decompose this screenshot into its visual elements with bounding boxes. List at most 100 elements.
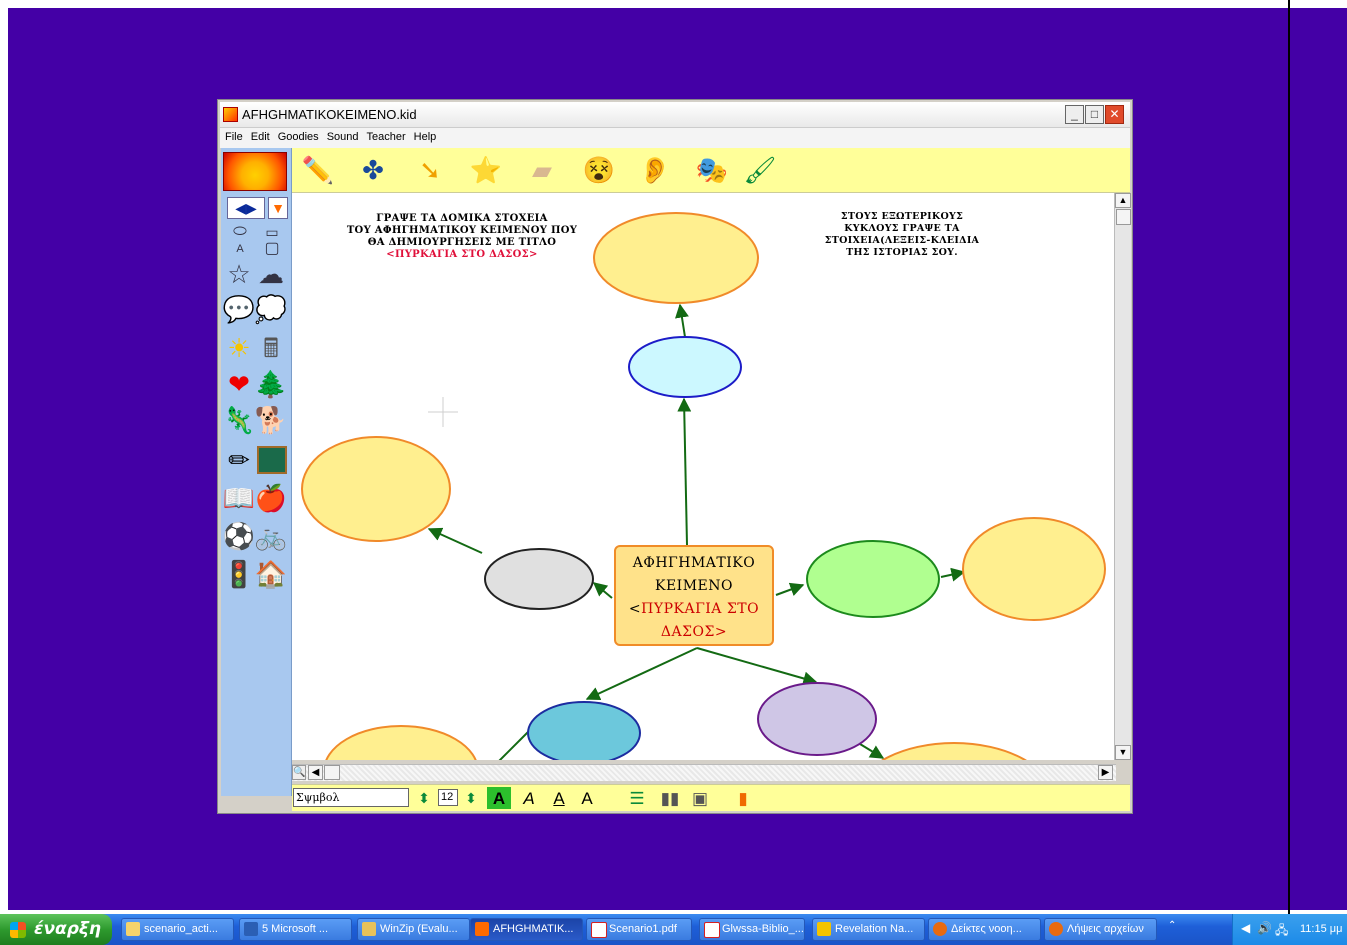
underline-style-button[interactable]: A (549, 787, 569, 809)
chalkboard-icon[interactable] (257, 446, 287, 474)
volume-icon[interactable]: 🔊 (1257, 921, 1272, 935)
size-stepper-icon[interactable]: ⬍ (461, 787, 481, 809)
dropdown-arrow-icon[interactable]: ▼ (268, 197, 288, 219)
minimize-button[interactable]: _ (1065, 105, 1084, 124)
font-stepper-icon[interactable]: ⬍ (414, 787, 434, 809)
heart-icon[interactable]: ❤ (223, 368, 255, 400)
task-label: 5 Microsoft ... (262, 923, 329, 935)
arrow-center-to-lower-left (585, 647, 698, 701)
picture-frame-icon[interactable]: ▣ (688, 787, 712, 809)
screen-divider-line (1288, 0, 1290, 945)
lizard-icon[interactable]: 🦎 (223, 404, 255, 436)
instruction-note-right: ΣΤΟΥΣ ΕΞΩΤΕΡΙΚΟΥΣ ΚΥΚΛΟΥΣ ΓΡΑΨΕ ΤΑ ΣΤΟΙΧ… (792, 211, 1012, 259)
tray-arrow-icon[interactable]: ◀ (1241, 921, 1250, 935)
horizontal-scroll-thumb[interactable] (324, 765, 340, 780)
menu-edit[interactable]: Edit (246, 128, 273, 143)
menu-bar: File Edit Goodies Sound Teacher Help (220, 128, 1130, 148)
house-icon[interactable]: 🏠 (255, 558, 287, 590)
font-name-field[interactable]: Σψμβολ (293, 788, 409, 807)
vertical-scrollbar[interactable]: ▲ ▼ (1114, 193, 1131, 760)
speech-bubble-icon[interactable]: 💬 (223, 293, 255, 325)
drawing-canvas[interactable]: ΓΡΑΨΕ ΤΑ ΔΟΜΙΚΑ ΣΤΟΧΕΙΑ ΤΟΥ ΑΦΗΓΗΜΑΤΙΚΟΥ… (292, 193, 1114, 760)
calculator-icon[interactable]: 🖩 (255, 332, 287, 364)
ellipse-shape-icon[interactable]: ⬭ (225, 224, 255, 240)
center-line-1: ΑΦΗΓΗΜΑΤΙΚΟ (632, 555, 756, 571)
note-left-line-2: ΤΟΥ ΑΦΗΓΗΜΑΤΙΚΟΥ ΚΕΙΜΕΝΟΥ ΠΟΥ (346, 225, 578, 236)
task-button-firefox-1[interactable]: Δείκτες νοοη... (928, 918, 1041, 941)
note-right-line-1: ΣΤΟΥΣ ΕΞΩΤΕΡΙΚΟΥΣ (840, 211, 964, 222)
font-size-field[interactable]: 12 (438, 789, 458, 806)
window-title: AFHGHMATIKOKEIMENO.kid (242, 107, 417, 122)
rounded-rectangle-icon[interactable]: ▢ (257, 241, 287, 257)
star-shape-icon[interactable]: ☆ (223, 258, 255, 290)
title-bar[interactable]: AFHGHMATIKOKEIMENO.kid _ □ ✕ (220, 102, 1130, 128)
align-lines-icon[interactable]: ☰ (625, 787, 649, 809)
book-icon[interactable]: 📖 (223, 482, 255, 514)
inner-bubble-left (484, 548, 594, 610)
apple-icon[interactable]: 🍎 (255, 482, 287, 514)
task-button-kidpix[interactable]: AFHGHMATIK... (470, 918, 583, 941)
taskbar-overflow-icon[interactable]: ⌃ (1168, 920, 1176, 931)
task-button-word[interactable]: 5 Microsoft ... (239, 918, 352, 941)
menu-help[interactable]: Help (409, 128, 440, 143)
task-button-scenario-folder[interactable]: scenario_acti... (121, 918, 234, 941)
scroll-right-arrow-icon[interactable]: ▶ (1098, 765, 1113, 780)
pencil-icon[interactable]: ✏ (223, 444, 255, 476)
soccer-ball-icon[interactable]: ⚽ (223, 520, 255, 552)
sun-icon[interactable]: ☀ (223, 332, 255, 364)
traffic-light-icon[interactable]: 🚦 (223, 558, 255, 590)
prev-next-arrows-icon[interactable]: ◀▶ (227, 197, 265, 219)
menu-goodies[interactable]: Goodies (273, 128, 322, 143)
zoom-magnifier-icon[interactable]: 🔍 (292, 765, 306, 780)
outer-bubble-lower-left (325, 725, 477, 760)
masks-icon[interactable]: 🎭 (694, 153, 730, 187)
close-button[interactable]: ✕ (1105, 105, 1124, 124)
columns-icon[interactable]: ▮▮ (658, 787, 682, 809)
text-effect-button[interactable]: A (577, 787, 597, 809)
task-button-firefox-2[interactable]: Λήψεις αρχείων (1044, 918, 1157, 941)
bicycle-icon[interactable]: 🚲 (255, 520, 287, 552)
note-left-title: <ΠΥΡΚΑΓΙΑ ΣΤΟ ΔΑΣΟΣ> (386, 249, 538, 260)
pencil-tool-icon[interactable]: ✏️ (300, 153, 336, 187)
task-label: Scenario1.pdf (609, 923, 677, 935)
color-swatch-icon[interactable]: ▮ (733, 787, 753, 809)
center-line-2: ΚΕΙΜΕΝΟ (655, 578, 733, 594)
central-topic-box[interactable]: ΑΦΗΓΗΜΑΤΙΚΟ ΚΕΙΜΕΝΟ <ΠΥΡΚΑΓΙΑ ΣΤΟ ΔΑΣΟΣ> (614, 545, 774, 646)
task-label: AFHGHMATIK... (493, 923, 574, 935)
maximize-button[interactable]: □ (1085, 105, 1104, 124)
arrow-top-node-to-outer (675, 303, 689, 338)
eraser-tool-icon[interactable]: ▰ (524, 153, 560, 187)
start-button[interactable]: έναρξη (0, 914, 112, 945)
pdf-icon (591, 922, 607, 938)
text-box-icon[interactable]: A (225, 241, 255, 257)
bold-style-button[interactable]: A (487, 787, 511, 809)
cloud-shape-icon[interactable]: ☁ (255, 258, 287, 290)
task-button-scenario-pdf[interactable]: Scenario1.pdf (586, 918, 692, 941)
magic-brush-icon[interactable]: 🖌 (742, 153, 778, 187)
task-button-winzip[interactable]: WinZip (Evalu... (357, 918, 470, 941)
arrow-center-to-right-node (775, 582, 805, 596)
task-label: Revelation Na... (835, 923, 914, 935)
horizontal-scrollbar[interactable]: 🔍 ◀ ▶ (292, 764, 1116, 781)
thought-bubble-icon[interactable]: 💭 (255, 293, 287, 325)
tree-icon[interactable]: 🌲 (255, 368, 287, 400)
scroll-left-arrow-icon[interactable]: ◀ (308, 765, 323, 780)
dog-icon[interactable]: 🐕 (255, 404, 287, 436)
stamps-box-icon[interactable]: ⭐ (468, 153, 504, 187)
menu-sound[interactable]: Sound (322, 128, 362, 143)
ear-sound-icon[interactable]: 👂 (637, 153, 673, 187)
scroll-down-arrow-icon[interactable]: ▼ (1115, 745, 1131, 760)
italic-style-button[interactable]: A (519, 787, 539, 809)
task-button-revelation[interactable]: Revelation Na... (812, 918, 925, 941)
scroll-thumb[interactable] (1116, 209, 1131, 225)
outer-bubble-right (962, 517, 1106, 621)
menu-file[interactable]: File (220, 128, 246, 143)
menu-teacher[interactable]: Teacher (362, 128, 409, 143)
rectangle-shape-icon[interactable]: ▭ (257, 224, 287, 240)
task-button-glwssa-pdf[interactable]: Glwssa-Biblio_... (699, 918, 805, 941)
scroll-up-arrow-icon[interactable]: ▲ (1115, 193, 1131, 208)
wacky-face-icon[interactable]: 😵 (581, 153, 617, 187)
network-icon[interactable]: 🖧 (1275, 921, 1288, 942)
connector-tool-icon[interactable]: ➘ (412, 153, 448, 187)
nodes-tool-icon[interactable]: ✤ (355, 153, 391, 187)
